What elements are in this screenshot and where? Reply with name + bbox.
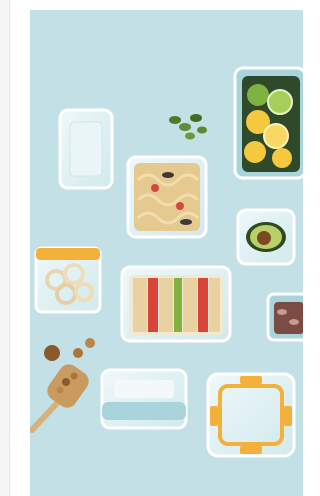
herb-leaves xyxy=(169,114,207,140)
orange-clip-container xyxy=(206,372,296,458)
avocado-container xyxy=(236,208,296,266)
blue-lid-container xyxy=(100,368,188,430)
left-margin xyxy=(0,0,10,496)
product-photo xyxy=(30,10,303,496)
pretzel-container xyxy=(34,246,102,314)
pasta-container xyxy=(126,155,208,239)
page-frame xyxy=(0,0,303,496)
nuts-container xyxy=(266,292,303,342)
empty-container xyxy=(58,108,114,190)
wooden-scoop xyxy=(30,364,89,433)
sandwich-container xyxy=(120,265,232,343)
photo-illustration xyxy=(30,66,303,458)
walnuts xyxy=(44,338,95,361)
fruit-container xyxy=(233,66,303,180)
